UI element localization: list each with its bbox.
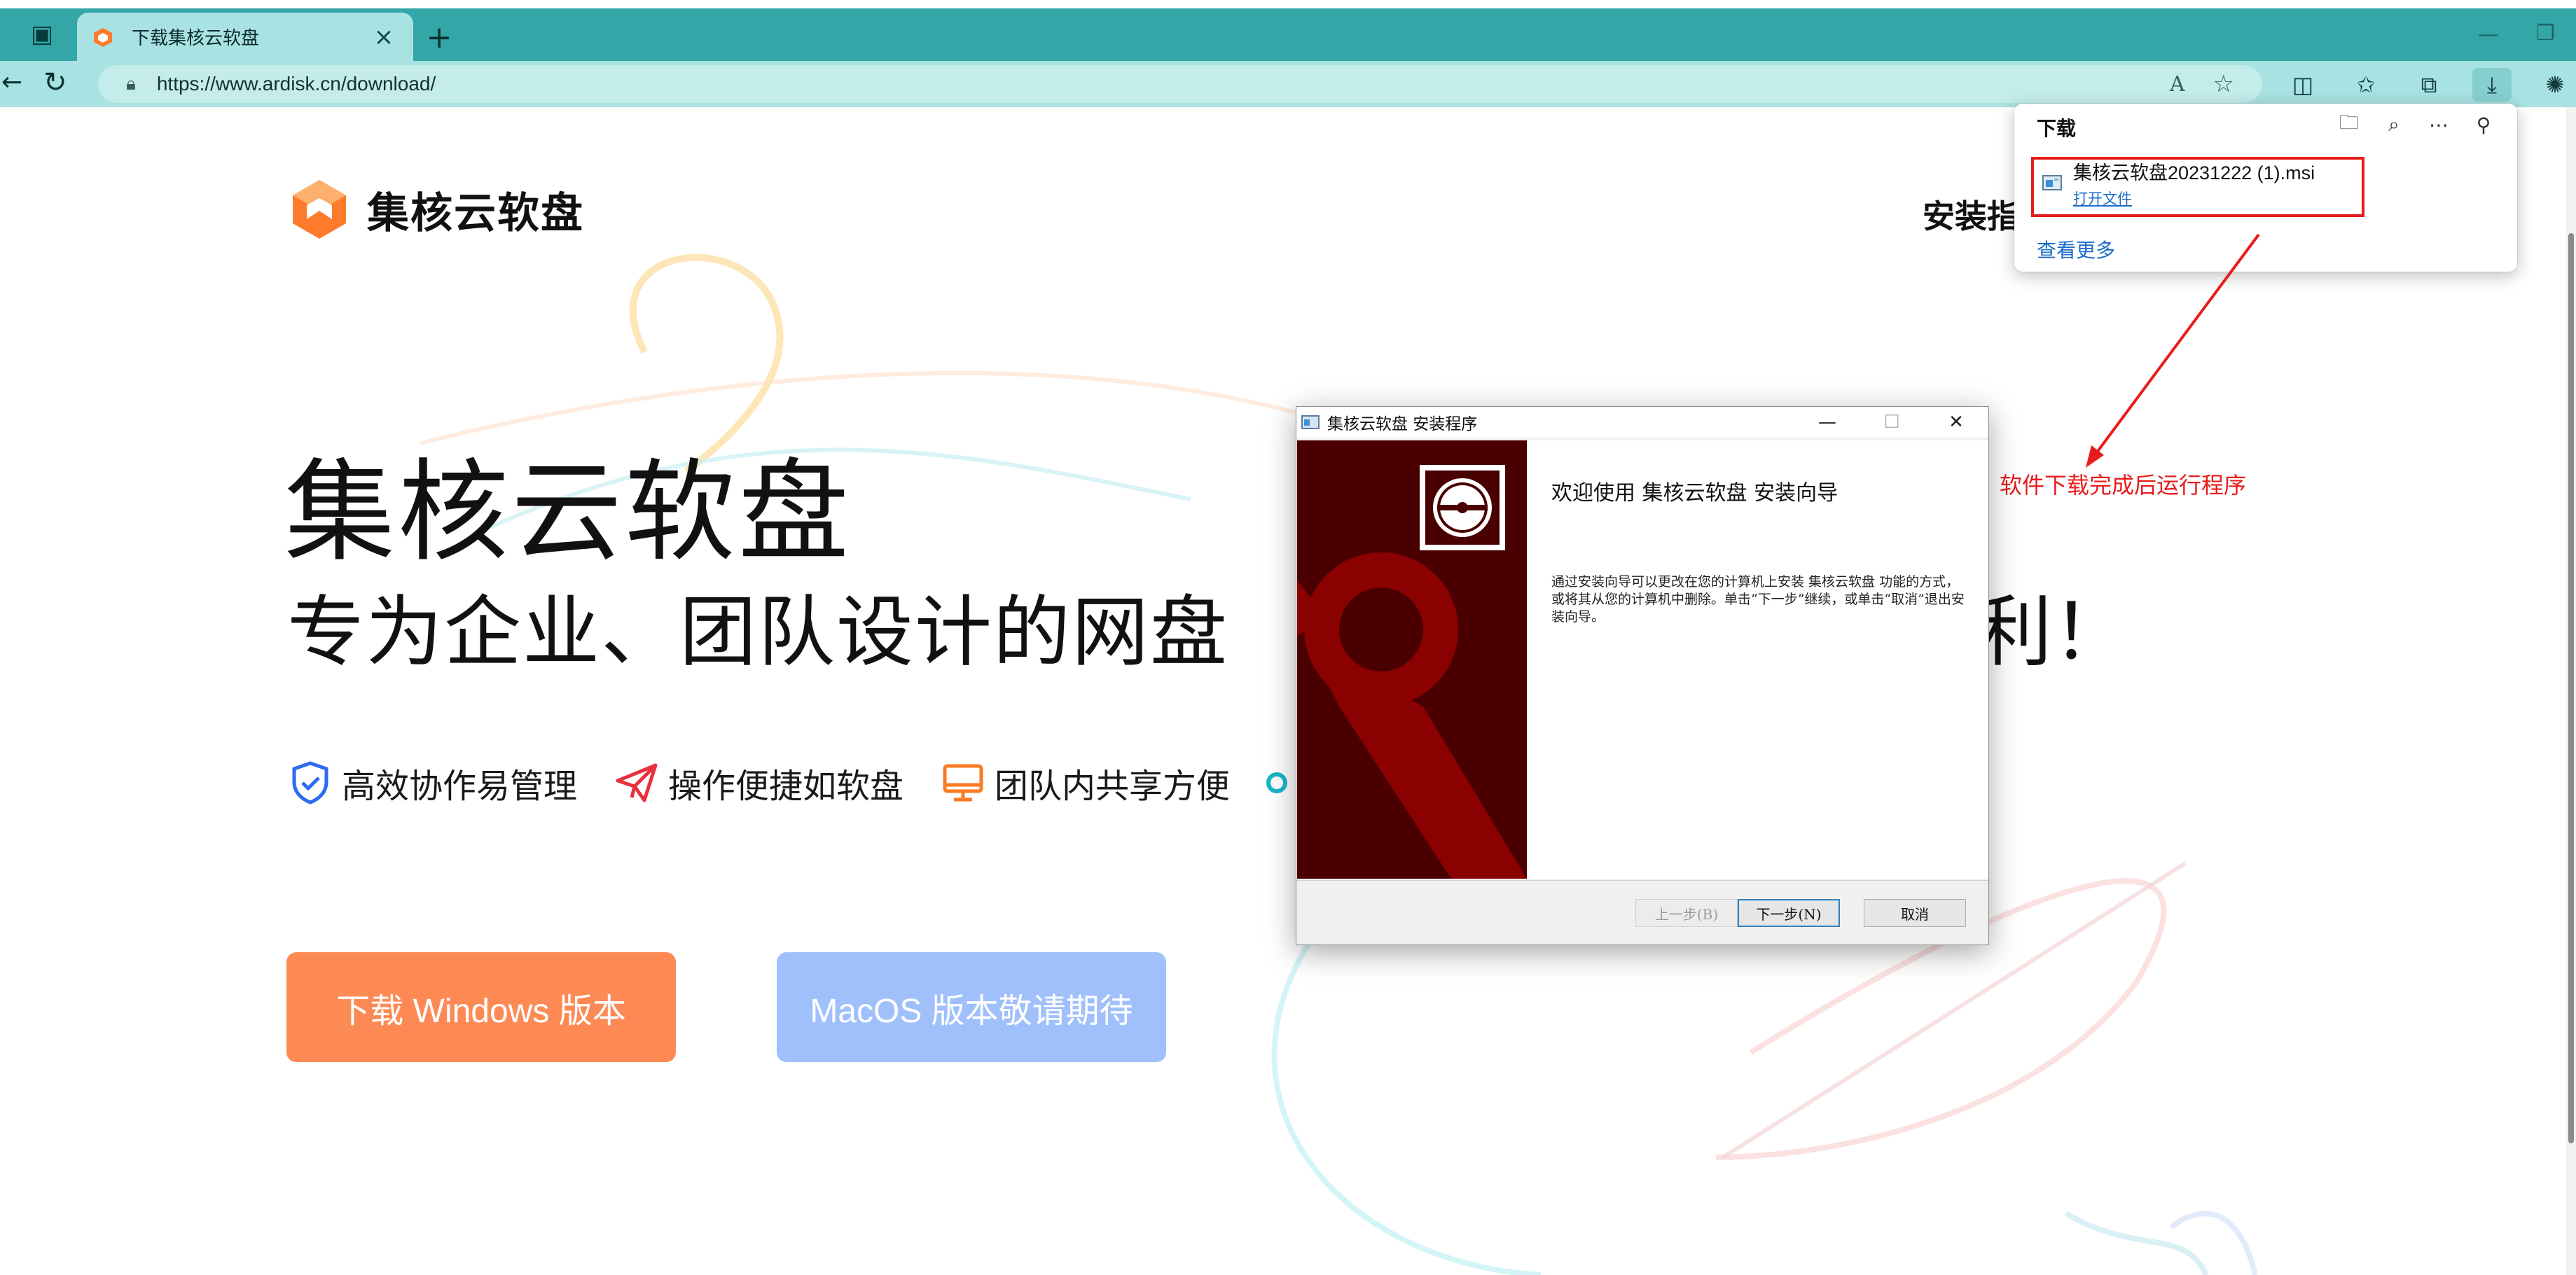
web-page: 集核云软盘 安装指南 集核云软盘 专为企业、团队设计的网盘 利！ 高效协作易管理… — [0, 107, 2576, 1275]
hero-subtitle-end: 利！ — [1975, 587, 2129, 677]
downloads-title: 下载 — [2037, 117, 2077, 140]
installer-description: 通过安装向导可以更改在您的计算机上安装 集核云软盘 功能的方式，或将其从您的计算… — [1551, 574, 1965, 625]
paper-plane-icon — [616, 763, 658, 802]
window-maximize-icon[interactable]: ❐ — [2536, 21, 2555, 46]
side-banner-graphic — [1297, 440, 1527, 879]
tab-title: 下载集核云软盘 — [132, 28, 260, 49]
reload-icon[interactable]: ↻ — [43, 67, 67, 99]
tab-active[interactable]: 下载集核云软盘 × — [77, 13, 413, 61]
read-aloud-icon[interactable]: A — [2170, 72, 2185, 97]
top-strip — [0, 0, 2576, 8]
lock-icon[interactable]: 🔒︎ — [126, 74, 136, 95]
more-options-icon[interactable]: ⋯ — [2426, 111, 2451, 139]
open-folder-icon[interactable]: 🗀 — [2336, 111, 2362, 139]
monitor-icon — [943, 764, 983, 802]
tab-close-icon[interactable]: × — [370, 23, 398, 51]
address-row: ← ↻ 🔒︎ https://www.ardisk.cn/download/ A… — [0, 61, 2576, 107]
new-tab-icon[interactable]: + — [420, 18, 458, 56]
macos-coming-soon-button[interactable]: MacOS 版本敬请期待 — [777, 952, 1166, 1062]
scrollbar-thumb[interactable] — [2568, 233, 2574, 1143]
installer-window-controls: — ☐ ✕ — [1795, 407, 1988, 438]
copilot-icon[interactable]: ✺ — [2535, 68, 2575, 102]
collections-icon[interactable]: ⧉ — [2409, 68, 2449, 102]
installer-titlebar[interactable]: 集核云软盘 安装程序 — ☐ ✕ — [1296, 407, 1988, 438]
url-text[interactable]: https://www.ardisk.cn/download/ — [157, 73, 2170, 95]
split-screen-icon[interactable]: ◫ — [2283, 68, 2322, 102]
tab-actions-icon[interactable]: ▣ — [21, 20, 63, 48]
installer-title: 集核云软盘 安装程序 — [1327, 415, 1478, 433]
installer-welcome-heading: 欢迎使用 集核云软盘 安装向导 — [1551, 481, 1838, 506]
back-button: 上一步(B) — [1635, 899, 1738, 927]
shield-check-icon — [292, 761, 328, 804]
site-logo[interactable]: 集核云软盘 — [287, 177, 584, 242]
feature-label: 高效协作易管理 — [342, 767, 578, 806]
annotation-text: 软件下载完成后运行程序 — [2000, 472, 2247, 499]
window-minimize-icon[interactable]: — — [2478, 22, 2499, 47]
pin-icon[interactable]: ⚲ — [2471, 111, 2496, 139]
feature-label: 操作便捷如软盘 — [668, 767, 904, 806]
installer-footer: 上一步(B) 下一步(N) 取消 — [1296, 880, 1988, 945]
address-bar[interactable]: 🔒︎ https://www.ardisk.cn/download/ A ☆ — [98, 65, 2262, 103]
tab-bar: ▣ 下载集核云软盘 × + — ❐ — [0, 8, 2576, 61]
hero-title: 集核云软盘 — [284, 448, 852, 577]
next-button[interactable]: 下一步(N) — [1738, 899, 1840, 927]
minimize-icon[interactable]: — — [1795, 407, 1860, 438]
feature-item: 团队内共享方便 — [940, 758, 1230, 807]
logo-text: 集核云软盘 — [367, 188, 584, 238]
downloads-panel-icons: 🗀 ⌕ ⋯ ⚲ — [2336, 111, 2496, 139]
nav-install-guide[interactable]: 安装指南 — [1923, 191, 2021, 237]
close-icon[interactable]: ✕ — [1924, 407, 1988, 438]
installer-window: 集核云软盘 安装程序 — ☐ ✕ 欢迎使用 集核云软盘 安装向导 通过安装向导可… — [1296, 406, 1989, 945]
logo-icon — [293, 180, 346, 239]
maximize-icon: ☐ — [1883, 412, 1900, 433]
search-icon[interactable]: ⌕ — [2381, 111, 2407, 139]
feature-list: 高效协作易管理 操作便捷如软盘 团队内共享方便 — [287, 758, 1288, 807]
toolbar-icons: ◫ ✩ ⧉ ⤓ ✺ — [2283, 68, 2575, 102]
feature-partial-icon — [1266, 772, 1288, 793]
installer-main-panel: 欢迎使用 集核云软盘 安装向导 通过安装向导可以更改在您的计算机上安装 集核云软… — [1528, 440, 1988, 879]
favorite-star-icon[interactable]: ☆ — [2213, 70, 2234, 98]
site-favicon-icon — [94, 27, 112, 47]
background-decoration — [420, 253, 2258, 1275]
cancel-button[interactable]: 取消 — [1864, 899, 1966, 927]
feature-item: 高效协作易管理 — [287, 758, 577, 807]
see-more-link[interactable]: 查看更多 — [2037, 235, 2115, 263]
feature-label: 团队内共享方便 — [995, 767, 1231, 806]
download-windows-button[interactable]: 下载 Windows 版本 — [286, 952, 676, 1062]
installer-app-icon — [1301, 415, 1320, 429]
installer-side-banner — [1297, 440, 1527, 879]
favorites-icon[interactable]: ✩ — [2346, 68, 2385, 102]
back-icon[interactable]: ← — [1, 68, 22, 97]
page-scrollbar[interactable] — [2566, 107, 2576, 1275]
hero-subtitle: 专为企业、团队设计的网盘 — [287, 587, 1228, 677]
feature-item: 操作便捷如软盘 — [614, 758, 903, 807]
download-highlight-box — [2031, 157, 2364, 217]
downloads-icon[interactable]: ⤓ — [2472, 68, 2512, 102]
